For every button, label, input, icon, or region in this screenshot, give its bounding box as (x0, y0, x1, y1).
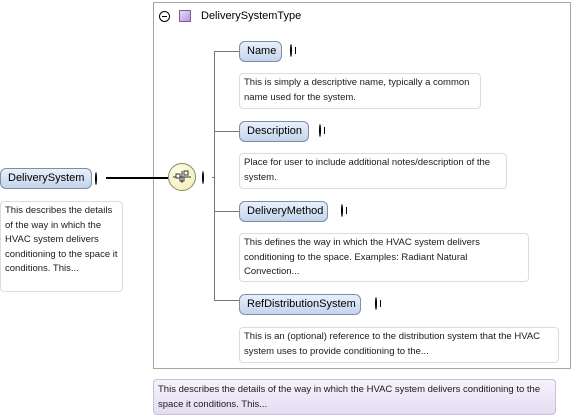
expand-delivery-method-icon[interactable] (341, 204, 343, 217)
element-description[interactable]: Description (239, 121, 309, 142)
tree-spine-line (214, 51, 215, 301)
collapse-type-icon[interactable] (159, 10, 170, 22)
collapse-sequence-icon[interactable] (202, 171, 204, 184)
element-name[interactable]: Name (239, 41, 282, 62)
complex-type-header: DeliverySystemType (159, 9, 301, 23)
expand-ref-distribution-system-icon[interactable] (375, 297, 377, 310)
root-connector-line (106, 177, 168, 179)
root-element-delivery-system[interactable]: DeliverySystem (0, 168, 92, 189)
branch-line-description (214, 131, 239, 132)
element-name-documentation: This is simply a descriptive name, typic… (239, 73, 481, 109)
sequence-icon (173, 170, 191, 183)
sequence-compositor[interactable] (168, 163, 196, 191)
type-annotation: This describes the details of the way in… (153, 379, 556, 415)
complex-type-icon (179, 10, 191, 22)
element-ref-distribution-system-documentation: This is an (optional) reference to the d… (239, 327, 559, 363)
branch-line-ref-distribution-system (214, 300, 239, 301)
element-description-documentation: Place for user to include additional not… (239, 153, 507, 189)
expand-description-icon[interactable] (319, 124, 321, 137)
element-ref-distribution-system[interactable]: RefDistributionSystem (239, 294, 361, 315)
collapse-root-icon[interactable] (95, 172, 97, 185)
branch-line-delivery-method (214, 211, 239, 212)
element-delivery-method[interactable]: DeliveryMethod (239, 201, 328, 222)
root-documentation: This describes the details of the way in… (0, 201, 123, 292)
expand-name-icon[interactable] (290, 44, 292, 57)
complex-type-title: DeliverySystemType (201, 10, 302, 22)
element-delivery-method-documentation: This defines the way in which the HVAC s… (239, 233, 529, 282)
branch-line-name (214, 51, 239, 52)
